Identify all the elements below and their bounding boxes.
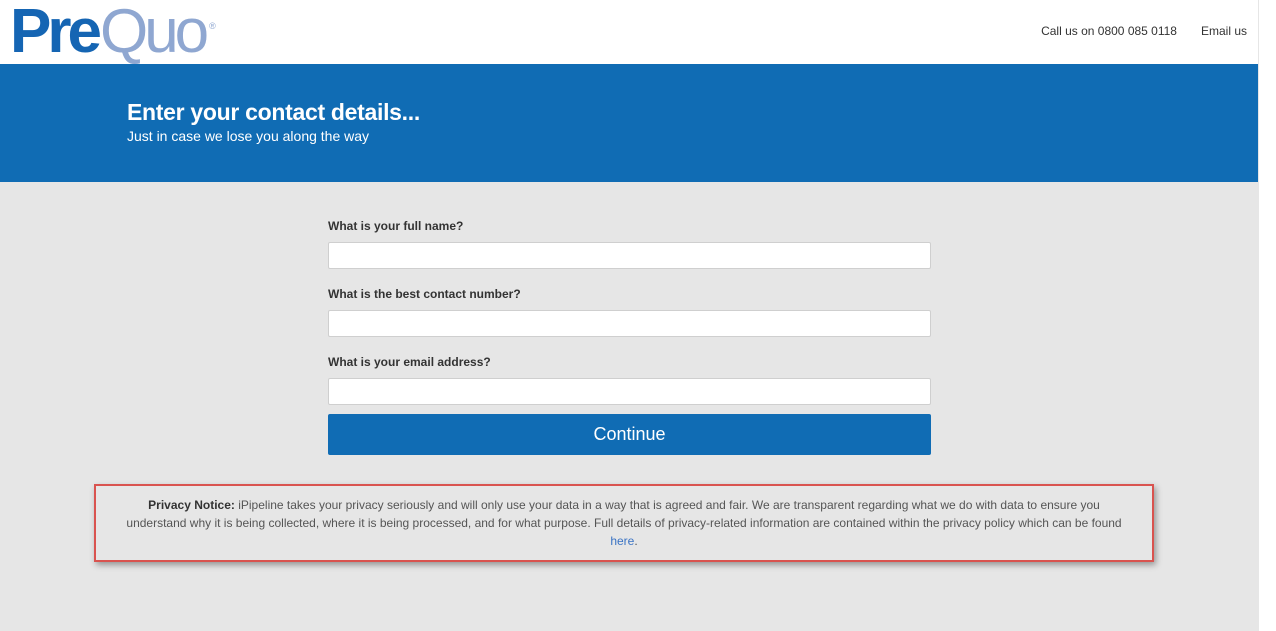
email-us-link[interactable]: Email us — [1201, 24, 1247, 38]
privacy-notice-text: Privacy Notice: iPipeline takes your pri… — [120, 496, 1128, 550]
page-subtitle: Just in case we lose you along the way — [127, 128, 370, 144]
header-links: Call us on 0800 085 0118 Email us — [1041, 24, 1247, 38]
logo-text-quo: Quo — [99, 0, 209, 66]
contact-details-form: What is your full name? What is the best… — [328, 218, 931, 455]
site-header: Pre Quo ® Call us on 0800 085 0118 Email u… — [0, 0, 1259, 64]
page-banner: Enter your contact details... Just in ca… — [0, 64, 1259, 182]
logo-text-pre: Pre — [10, 0, 102, 66]
full-name-label: What is your full name? — [328, 219, 464, 233]
email-address-label: What is your email address? — [328, 355, 491, 369]
full-name-input[interactable] — [328, 242, 931, 269]
privacy-policy-link[interactable]: here — [610, 534, 634, 548]
vertical-scrollbar[interactable] — [1258, 0, 1276, 631]
privacy-notice-heading: Privacy Notice: — [148, 498, 235, 512]
call-us-link[interactable]: Call us on 0800 085 0118 — [1041, 24, 1177, 38]
contact-number-input[interactable] — [328, 310, 931, 337]
continue-button[interactable]: Continue — [328, 414, 931, 455]
email-address-input[interactable] — [328, 378, 931, 405]
page: Pre Quo ® Call us on 0800 085 0118 Email u… — [0, 0, 1276, 631]
main-content: Pre Quo ® Call us on 0800 085 0118 Email u… — [0, 0, 1259, 631]
page-title: Enter your contact details... — [127, 99, 420, 125]
privacy-notice-body: iPipeline takes your privacy seriously a… — [126, 498, 1122, 530]
contact-number-label: What is the best contact number? — [328, 287, 521, 301]
privacy-notice: Privacy Notice: iPipeline takes your pri… — [94, 484, 1154, 562]
registered-mark: ® — [209, 21, 216, 31]
privacy-notice-trailing: . — [634, 534, 638, 548]
prequo-logo[interactable]: Pre Quo ® — [10, 0, 216, 66]
